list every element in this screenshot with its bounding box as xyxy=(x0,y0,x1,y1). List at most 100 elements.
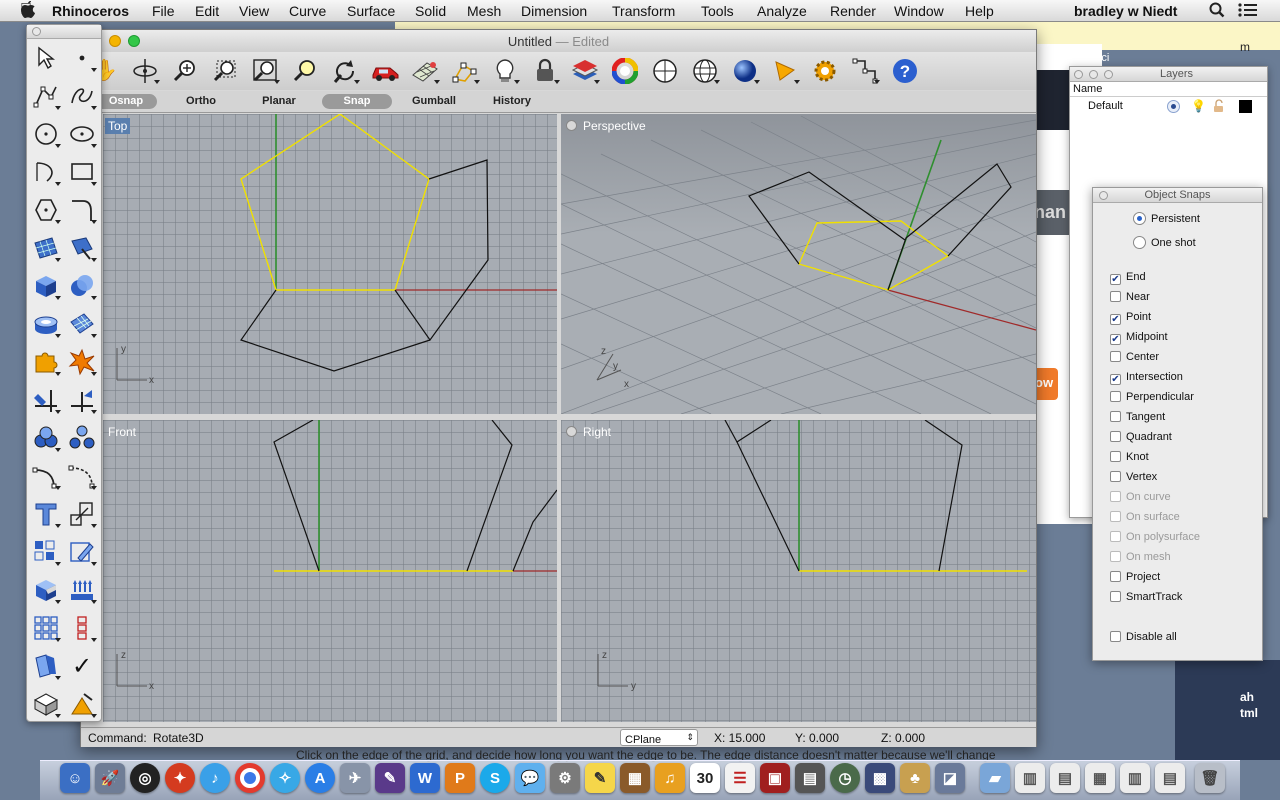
sphere-wire-icon[interactable] xyxy=(649,56,681,86)
rotate-view-icon[interactable] xyxy=(129,56,161,86)
itunes-icon[interactable]: ♪ xyxy=(200,763,230,793)
document-stack-icon[interactable]: ▤ xyxy=(1050,763,1080,793)
viewport-top-label[interactable]: Top xyxy=(105,118,131,134)
arc-icon[interactable] xyxy=(31,157,61,187)
menu-tools[interactable]: Tools xyxy=(701,3,734,19)
fillet-edge-icon[interactable] xyxy=(31,461,61,491)
point-icon[interactable] xyxy=(67,43,97,73)
polyline-icon[interactable] xyxy=(31,81,61,111)
menu-edit[interactable]: Edit xyxy=(195,3,219,19)
minimize-button[interactable] xyxy=(1089,70,1098,79)
explode-icon[interactable] xyxy=(67,347,97,377)
time-machine-icon[interactable]: ◷ xyxy=(830,763,860,793)
layer-row[interactable]: Default 💡 xyxy=(1070,99,1267,115)
drafting-icon[interactable] xyxy=(31,689,61,719)
osnap-item[interactable]: ✔ Intersection xyxy=(1110,371,1183,385)
viewport-right[interactable]: z y Right xyxy=(561,420,1036,722)
launchpad-icon[interactable]: 🚀 xyxy=(95,763,125,793)
menu-curve[interactable]: Curve xyxy=(289,3,326,19)
one-shot-radio[interactable]: One shot xyxy=(1133,236,1196,249)
viewport-right-label[interactable]: Right xyxy=(563,424,614,440)
iphoto-icon[interactable]: ◪ xyxy=(935,763,965,793)
viewport-front-label[interactable]: Front xyxy=(105,424,139,440)
current-layer-radio[interactable] xyxy=(1167,100,1180,113)
select-arrow-icon[interactable] xyxy=(31,43,61,73)
safari-compass-icon[interactable]: ✦ xyxy=(165,763,195,793)
garageband-icon[interactable]: ♫ xyxy=(655,763,685,793)
osnap-item[interactable]: ✔ End xyxy=(1110,271,1146,285)
osnap-item[interactable]: Near xyxy=(1110,291,1150,303)
osnap-item[interactable]: Knot xyxy=(1110,451,1149,463)
scale-icon[interactable] xyxy=(67,499,97,529)
ellipse-icon[interactable] xyxy=(67,119,97,149)
persistent-radio[interactable]: Persistent xyxy=(1133,212,1200,225)
close-button[interactable] xyxy=(1074,70,1083,79)
skype-icon[interactable]: S xyxy=(480,763,510,793)
column-array-icon[interactable] xyxy=(67,613,97,643)
ungroup-icon[interactable] xyxy=(67,423,97,453)
chrome-icon[interactable] xyxy=(235,763,265,793)
osnap-item[interactable]: Quadrant xyxy=(1110,431,1172,443)
spotlight-search-icon[interactable] xyxy=(1209,1,1225,22)
osnap-item[interactable]: ✔ Point xyxy=(1110,311,1151,325)
object-snaps-titlebar[interactable]: Object Snaps xyxy=(1093,188,1262,203)
solid-tools-icon[interactable] xyxy=(31,575,61,605)
menu-file[interactable]: File xyxy=(152,3,175,19)
ortho-toggle[interactable]: Ortho xyxy=(173,94,229,109)
grid-icon[interactable] xyxy=(409,56,441,86)
polygon-icon[interactable] xyxy=(31,195,61,225)
window-titlebar[interactable]: Untitled — Edited xyxy=(81,30,1036,52)
system-prefs-icon[interactable]: ⚙ xyxy=(550,763,580,793)
menu-window[interactable]: Window xyxy=(894,3,944,19)
stickies-icon[interactable]: ✎ xyxy=(585,763,615,793)
document-stack-icon[interactable]: ▤ xyxy=(1155,763,1185,793)
snap-toggle[interactable]: Snap xyxy=(322,94,392,109)
unlock-icon[interactable] xyxy=(1213,99,1225,116)
applications-folder-icon[interactable]: ▰ xyxy=(980,763,1010,793)
layers-icon[interactable] xyxy=(569,56,601,86)
viewport-maximize-radio[interactable] xyxy=(566,426,577,437)
help-icon[interactable]: ? xyxy=(889,56,921,86)
messages-icon[interactable]: 💬 xyxy=(515,763,545,793)
points-icon[interactable] xyxy=(449,56,481,86)
layers-titlebar[interactable]: Layers xyxy=(1070,67,1267,82)
zoom-extents-icon[interactable] xyxy=(249,56,281,86)
extrude-icon[interactable] xyxy=(31,309,61,339)
array-icon[interactable] xyxy=(31,537,61,567)
layers-column-header[interactable]: Name xyxy=(1070,83,1267,97)
puzzle-icon[interactable] xyxy=(31,347,61,377)
osnap-item[interactable]: Perpendicular xyxy=(1110,391,1194,403)
split-icon[interactable] xyxy=(67,385,97,415)
safari-icon[interactable]: ✧ xyxy=(270,763,300,793)
word-icon[interactable]: W xyxy=(410,763,440,793)
mesh-icon[interactable] xyxy=(67,309,97,339)
command-input[interactable]: Rotate3D xyxy=(153,731,204,745)
globe-wire-icon[interactable] xyxy=(689,56,721,86)
car-icon[interactable] xyxy=(369,56,401,86)
photo-booth-icon[interactable]: ▣ xyxy=(760,763,790,793)
zoom-icon[interactable] xyxy=(169,56,201,86)
trash-icon[interactable]: 🗑 xyxy=(1195,763,1225,793)
tool-palette-titlebar[interactable] xyxy=(27,25,101,39)
layout-icon[interactable] xyxy=(31,651,61,681)
menu-help[interactable]: Help xyxy=(965,3,994,19)
box-icon[interactable] xyxy=(31,271,61,301)
menu-analyze[interactable]: Analyze xyxy=(757,3,807,19)
analyze-icon[interactable] xyxy=(849,56,881,86)
light-icon[interactable] xyxy=(489,56,521,86)
group-icon[interactable] xyxy=(31,423,61,453)
lock-icon[interactable] xyxy=(529,56,561,86)
checkmark-icon[interactable]: ✓ xyxy=(67,651,97,681)
surface-edit-icon[interactable] xyxy=(67,233,97,263)
menu-surface[interactable]: Surface xyxy=(347,3,395,19)
finder-icon[interactable]: ☺ xyxy=(60,763,90,793)
text-icon[interactable] xyxy=(31,499,61,529)
menu-mesh[interactable]: Mesh xyxy=(467,3,501,19)
palette-close-button[interactable] xyxy=(32,27,41,36)
menu-render[interactable]: Render xyxy=(830,3,876,19)
surface-icon[interactable] xyxy=(31,233,61,263)
zoom-selected-icon[interactable] xyxy=(289,56,321,86)
browser-tab-title[interactable]: bicycles – all ci xyxy=(1036,52,1109,64)
menu-transform[interactable]: Transform xyxy=(612,3,675,19)
menu-dimension[interactable]: Dimension xyxy=(521,3,587,19)
